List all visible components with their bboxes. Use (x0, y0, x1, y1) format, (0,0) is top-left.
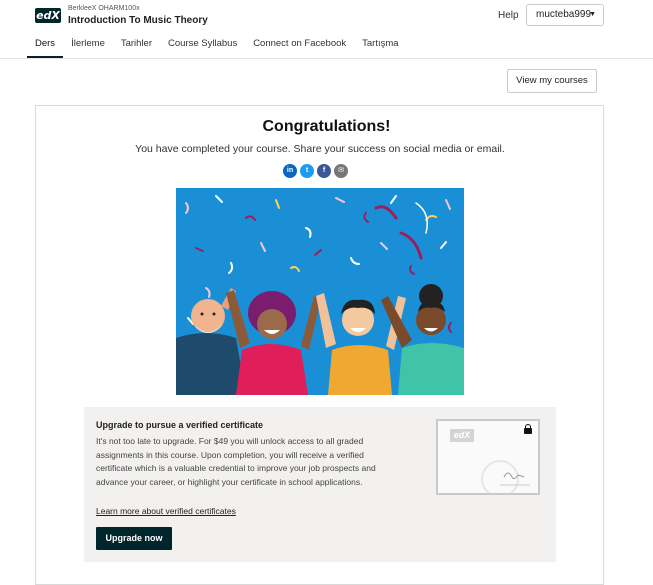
congrats-heading: Congratulations! (262, 118, 391, 135)
certificate-preview: edX (436, 419, 540, 495)
upgrade-title: Upgrade to pursue a verified certificate (96, 420, 264, 430)
username: mucteba999 (536, 9, 592, 20)
tab-tarihler[interactable]: Tarihler (121, 38, 152, 57)
edx-logo[interactable]: edX (35, 8, 61, 23)
twitter-icon[interactable]: t (300, 164, 314, 178)
chevron-down-icon: ▼ (589, 11, 596, 18)
tab-connect-facebook[interactable]: Connect on Facebook (253, 38, 346, 57)
certificate-signature (481, 460, 530, 493)
share-buttons: in t f ✉ (283, 164, 351, 178)
celebration-illustration (176, 188, 464, 395)
view-my-courses-button[interactable]: View my courses (507, 69, 597, 93)
learn-more-link[interactable]: Learn more about verified certificates (96, 506, 236, 516)
tab-ilerleme[interactable]: İlerleme (71, 38, 105, 57)
tab-ders[interactable]: Ders (27, 38, 64, 58)
course-tabs: Ders İlerleme Tarihler Course Syllabus C… (27, 38, 415, 58)
linkedin-icon[interactable]: in (283, 164, 297, 178)
tab-course-syllabus[interactable]: Course Syllabus (168, 38, 237, 57)
course-org: BerkleeX OHARM100x (68, 5, 140, 12)
user-menu-button[interactable]: mucteba999 ▼ (526, 4, 604, 26)
completion-message: You have completed your course. Share yo… (135, 143, 505, 155)
upgrade-now-button[interactable]: Upgrade now (96, 527, 172, 550)
email-icon[interactable]: ✉ (334, 164, 348, 178)
header-bar: edX BerkleeX OHARM100x Introduction To M… (0, 0, 653, 59)
upgrade-description: It's not too late to upgrade. For $49 yo… (96, 436, 376, 487)
tab-tartisma[interactable]: Tartışma (362, 38, 398, 57)
facebook-icon[interactable]: f (317, 164, 331, 178)
upgrade-panel: Upgrade to pursue a verified certificate… (84, 407, 556, 562)
course-title: Introduction To Music Theory (68, 15, 208, 26)
help-link[interactable]: Help (498, 10, 519, 21)
